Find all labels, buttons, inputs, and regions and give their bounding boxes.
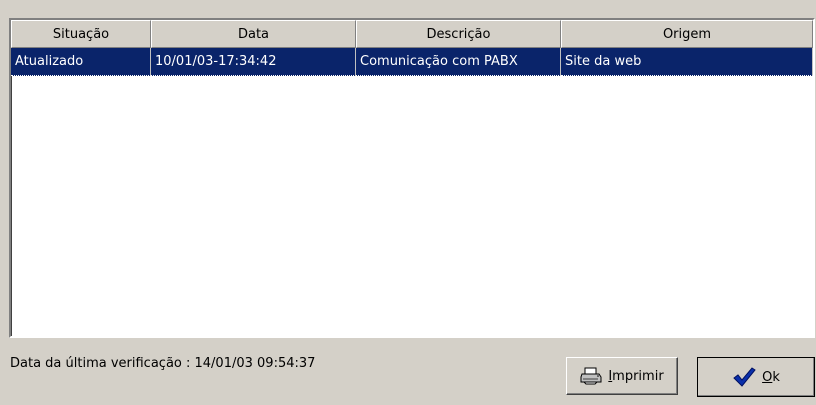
- column-header-descricao[interactable]: Descrição: [356, 20, 561, 48]
- cell-situacao: Atualizado: [11, 48, 151, 76]
- column-header-situacao[interactable]: Situação: [11, 20, 151, 48]
- ok-button[interactable]: Ok: [697, 357, 815, 397]
- last-check-label: Data da última verificação : 14/01/03 09…: [10, 356, 316, 371]
- column-header-data[interactable]: Data: [151, 20, 356, 48]
- cell-origem: Site da web: [561, 48, 813, 76]
- table-row[interactable]: Atualizado 10/01/03-17:34:42 Comunicação…: [11, 48, 813, 76]
- cell-descricao: Comunicação com PABX: [356, 48, 561, 76]
- printer-icon: [580, 367, 602, 385]
- grid-header: Situação Data Descrição Origem: [11, 20, 813, 48]
- checkmark-icon: [732, 366, 756, 388]
- print-button[interactable]: Imprimir: [566, 357, 678, 395]
- ok-button-label: Ok: [762, 369, 780, 385]
- cell-data: 10/01/03-17:34:42: [151, 48, 356, 76]
- print-button-label: Imprimir: [608, 368, 664, 384]
- history-grid[interactable]: Situação Data Descrição Origem Atualizad…: [9, 18, 815, 338]
- column-header-origem[interactable]: Origem: [561, 20, 813, 48]
